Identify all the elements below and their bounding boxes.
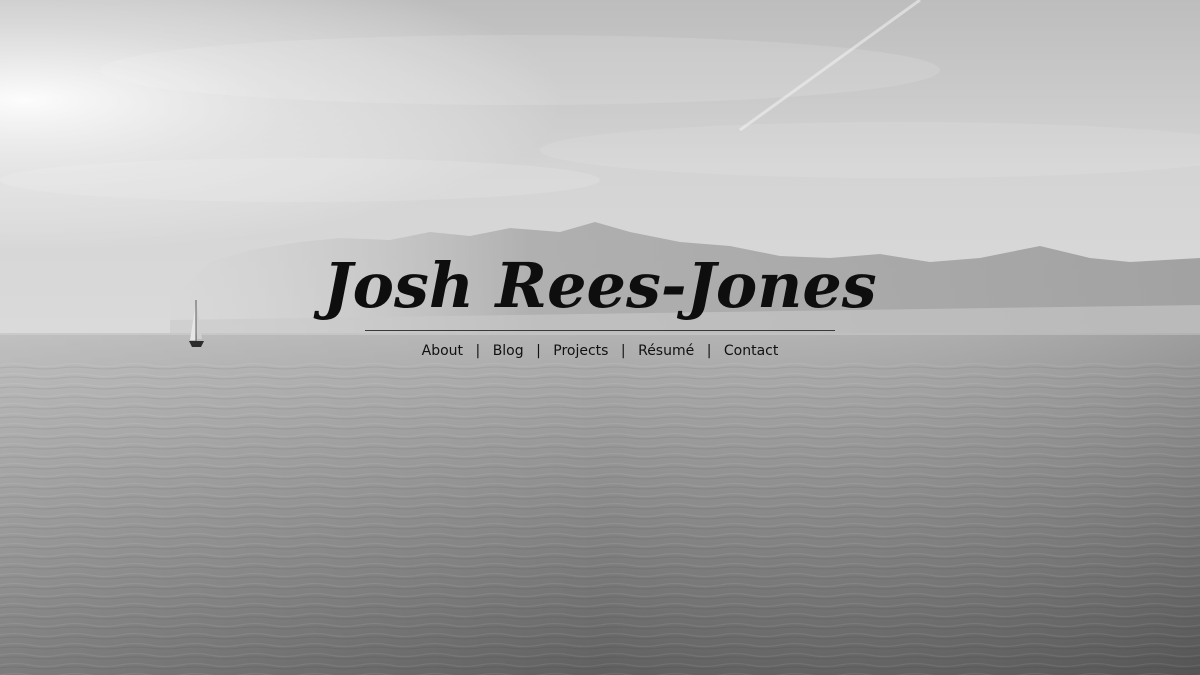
nav-separator: |: [475, 343, 481, 359]
nav-link-resume[interactable]: Résumé: [638, 343, 694, 359]
nav-separator: |: [536, 343, 541, 359]
title-block: Josh Rees-Jones About | Blog | Projects …: [0, 246, 1200, 361]
hero-section: Josh Rees-Jones About | Blog | Projects …: [0, 0, 1200, 675]
nav-separator: |: [706, 343, 712, 359]
title-divider: [365, 330, 835, 331]
nav-link-blog[interactable]: Blog: [493, 343, 524, 359]
site-title: Josh Rees-Jones: [323, 249, 877, 322]
nav-link-contact[interactable]: Contact: [724, 343, 778, 359]
main-nav: About | Blog | Projects | Résumé | Conta…: [0, 341, 1200, 361]
nav-link-projects[interactable]: Projects: [553, 343, 608, 359]
nav-separator: |: [620, 343, 626, 359]
nav-link-about[interactable]: About: [422, 343, 463, 359]
